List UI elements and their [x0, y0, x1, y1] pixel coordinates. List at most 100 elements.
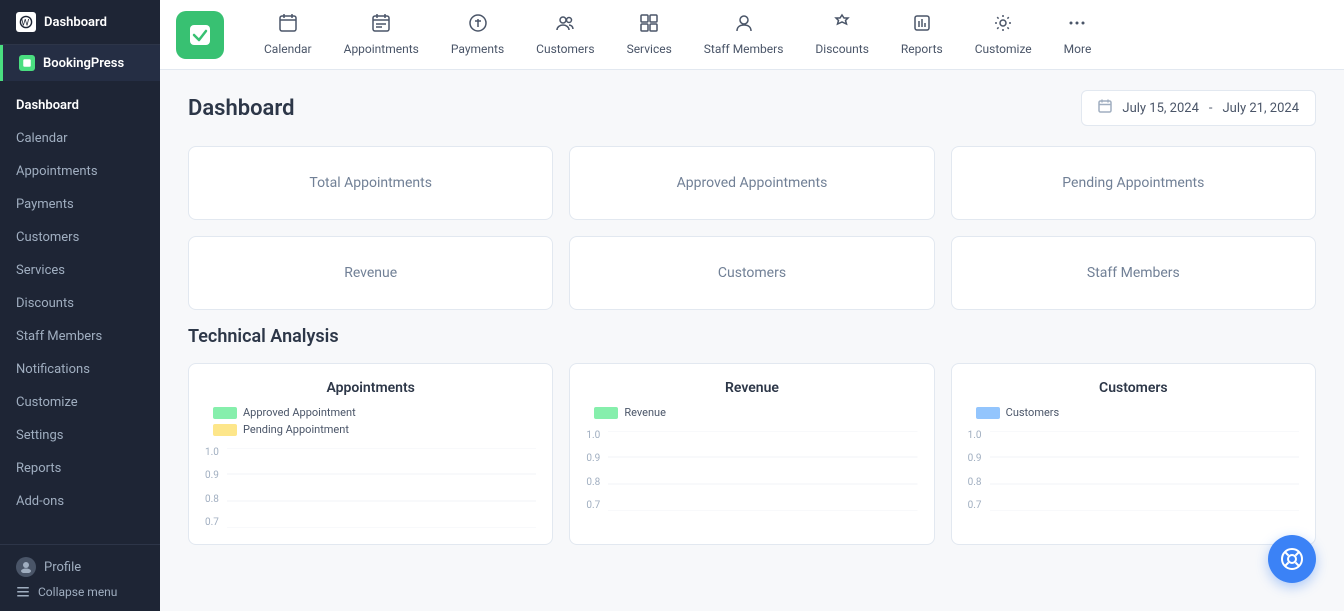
sidebar-item-addons[interactable]: Add-ons — [0, 485, 160, 518]
sidebar-item-staff-members[interactable]: Staff Members — [0, 320, 160, 353]
topnav-reports-label: Reports — [901, 42, 943, 56]
sidebar-item-settings[interactable]: Settings — [0, 419, 160, 452]
sidebar-item-calendar[interactable]: Calendar — [0, 122, 160, 155]
sidebar-item-customize[interactable]: Customize — [0, 386, 160, 419]
topnav-item-payments[interactable]: Payments — [435, 5, 520, 64]
customers-chart-legend: Customers — [968, 406, 1299, 419]
revenue-chart-title: Revenue — [586, 380, 917, 396]
reports-label: Reports — [16, 461, 61, 476]
revenue-chart-card: Revenue Revenue 0.7 0.8 0.9 1.0 — [569, 363, 934, 545]
topnav-staff-label: Staff Members — [704, 42, 784, 56]
approved-legend-color — [213, 407, 237, 419]
topnav-more-label: More — [1064, 42, 1092, 56]
y-label-10: 1.0 — [205, 448, 219, 458]
pending-legend-color — [213, 424, 237, 436]
bookingpress-logo[interactable] — [176, 11, 224, 59]
appointments-chart-legend: Approved Appointment Pending Appointment — [205, 406, 536, 436]
date-end: July 21, 2024 — [1223, 101, 1300, 116]
technical-analysis-section: Technical Analysis Appointments Approved… — [188, 326, 1316, 545]
profile-row[interactable]: Profile — [16, 557, 144, 577]
sidebar-plugin-header[interactable]: BookingPress — [0, 45, 160, 81]
topnav-services-label: Services — [627, 42, 672, 56]
topnav-calendar-label: Calendar — [264, 42, 312, 56]
payments-icon — [468, 13, 488, 38]
settings-label: Settings — [16, 428, 63, 443]
appointments-icon — [371, 13, 391, 38]
customers-chart-body — [990, 431, 1299, 511]
legend-approved: Approved Appointment — [213, 406, 536, 419]
appointments-chart-title: Appointments — [205, 380, 536, 396]
approved-legend-label: Approved Appointment — [243, 406, 356, 419]
date-start: July 15, 2024 — [1122, 101, 1199, 116]
sidebar-item-services[interactable]: Services — [0, 254, 160, 287]
collapse-menu-button[interactable]: Collapse menu — [16, 585, 144, 599]
stat-card-approved-appointments: Approved Appointments — [569, 146, 934, 220]
stat-cards-grid: Total Appointments Approved Appointments… — [188, 146, 1316, 310]
calendar-picker-icon — [1098, 99, 1112, 117]
page-title: Dashboard — [188, 96, 294, 121]
legend-revenue: Revenue — [594, 406, 917, 419]
services-label: Services — [16, 263, 65, 278]
reports-icon — [912, 13, 932, 38]
y-label-07c: 0.7 — [968, 501, 982, 511]
help-fab[interactable] — [1268, 535, 1316, 583]
y-label-09c: 0.9 — [968, 454, 982, 464]
topnav-item-customers[interactable]: Customers — [520, 5, 610, 64]
customers-legend-color — [976, 407, 1000, 419]
addons-label: Add-ons — [16, 494, 64, 509]
topnav-item-services[interactable]: Services — [611, 5, 688, 64]
topnav-item-calendar[interactable]: Calendar — [248, 5, 328, 64]
customize-icon — [993, 13, 1013, 38]
topnav-customers-label: Customers — [536, 42, 594, 56]
help-icon — [1281, 548, 1303, 570]
topnav-item-discounts[interactable]: Discounts — [799, 5, 884, 64]
y-label-08r: 0.8 — [586, 478, 600, 488]
discounts-label: Discounts — [16, 296, 74, 311]
calendar-icon — [278, 13, 298, 38]
topnav-item-reports[interactable]: Reports — [885, 5, 959, 64]
date-range-picker[interactable]: July 15, 2024 - July 21, 2024 — [1081, 90, 1316, 126]
sidebar-item-reports[interactable]: Reports — [0, 452, 160, 485]
customize-label: Customize — [16, 395, 78, 410]
services-icon — [639, 13, 659, 38]
revenue-legend-label: Revenue — [624, 406, 666, 419]
legend-pending: Pending Appointment — [213, 423, 536, 436]
topnav-item-appointments[interactable]: Appointments — [328, 5, 435, 64]
topnav-item-staff-members[interactable]: Staff Members — [688, 5, 800, 64]
more-icon — [1067, 13, 1087, 38]
topnav-customize-label: Customize — [975, 42, 1032, 56]
y-label-10r: 1.0 — [586, 431, 600, 441]
y-label-08: 0.8 — [205, 495, 219, 505]
discounts-icon — [832, 13, 852, 38]
wordpress-icon: W — [16, 12, 36, 32]
staff-members-icon — [734, 13, 754, 38]
y-axis-revenue: 0.7 0.8 0.9 1.0 — [586, 431, 604, 511]
y-label-10c: 1.0 — [968, 431, 982, 441]
sidebar-item-discounts[interactable]: Discounts — [0, 287, 160, 320]
content-area: Dashboard July 15, 2024 - July 21, 2024 … — [160, 70, 1344, 611]
notifications-label: Notifications — [16, 362, 90, 377]
collapse-label: Collapse menu — [38, 585, 117, 599]
sidebar-item-customers[interactable]: Customers — [0, 221, 160, 254]
sidebar-item-dashboard[interactable]: Dashboard — [0, 89, 160, 122]
sidebar-item-notifications[interactable]: Notifications — [0, 353, 160, 386]
y-label-09: 0.9 — [205, 471, 219, 481]
revenue-chart-body — [608, 431, 917, 511]
customers-label: Customers — [16, 230, 79, 245]
topnav-item-customize[interactable]: Customize — [959, 5, 1048, 64]
customers-chart-area: 0.7 0.8 0.9 1.0 — [968, 431, 1299, 511]
pending-appointments-label: Pending Appointments — [1062, 175, 1204, 191]
sidebar-item-appointments[interactable]: Appointments — [0, 155, 160, 188]
sidebar-item-payments[interactable]: Payments — [0, 188, 160, 221]
revenue-chart-legend: Revenue — [586, 406, 917, 419]
sidebar-footer: Profile Collapse menu — [0, 544, 160, 611]
dashboard-label: Dashboard — [16, 98, 79, 113]
customers-chart-card: Customers Customers 0.7 0.8 0.9 1.0 — [951, 363, 1316, 545]
staff-members-label: Staff Members — [16, 329, 102, 344]
plugin-name: BookingPress — [43, 56, 124, 71]
calendar-label: Calendar — [16, 131, 68, 146]
y-label-08c: 0.8 — [968, 478, 982, 488]
stat-card-customers: Customers — [569, 236, 934, 310]
topnav-item-more[interactable]: More — [1048, 5, 1108, 64]
customers-label: Customers — [718, 265, 786, 281]
